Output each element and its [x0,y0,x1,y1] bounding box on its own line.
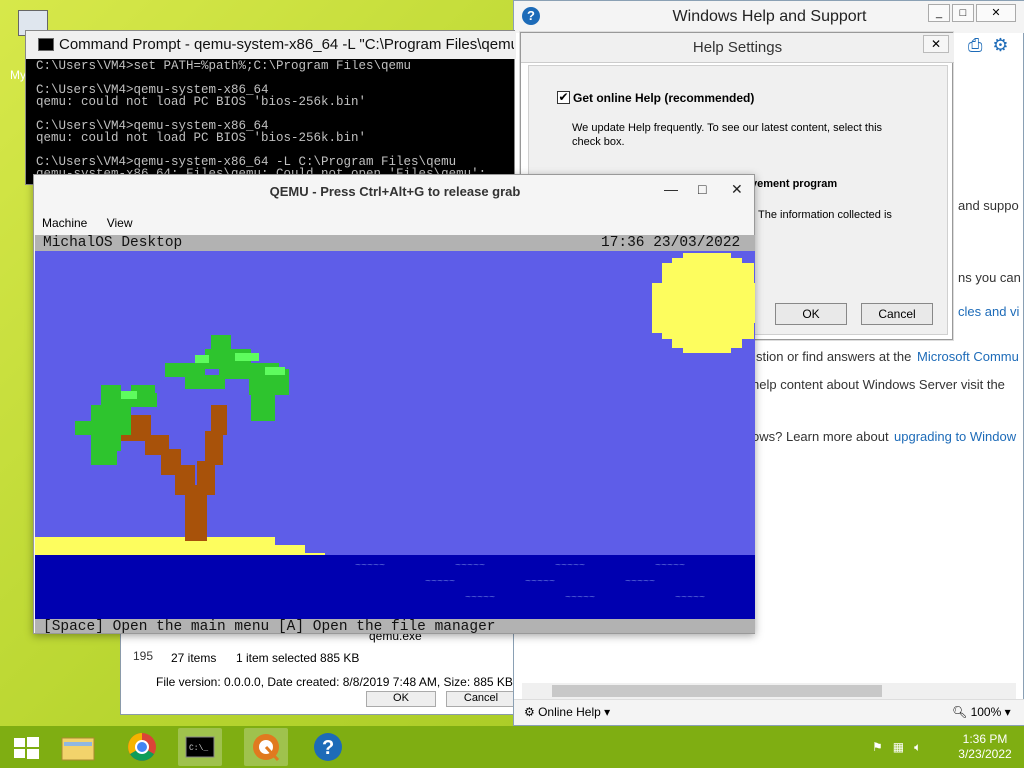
help-toolbar: ⎙ ⚙ [958,35,1009,56]
help-taskbar-button[interactable]: ? [306,728,350,766]
help-text-2: ns you can [958,270,1021,285]
maximize-button[interactable]: □ [698,181,706,197]
wave: ~~~~~ [655,561,686,572]
guest-display[interactable]: MichalOS Desktop 17:36 23/03/2022 ~~~~~ … [35,235,755,633]
wave: ~~~~~ [565,593,596,604]
cmd-icon [38,38,54,51]
svg-text:C:\_: C:\_ [189,744,208,753]
cmd-taskbar-button[interactable]: C:\_ [178,728,222,766]
qemu-window: QEMU - Press Ctrl+Alt+G to release grab … [33,174,755,634]
online-help-checkbox-label[interactable]: Get online Help (recommended) [573,91,754,105]
gear-icon[interactable]: ⚙ [992,35,1008,55]
command-prompt-window: Command Prompt - qemu-system-x86_64 -L "… [25,30,516,185]
close-button[interactable]: ✕ [731,181,743,198]
help-text-4: stion or find answers at the [756,349,912,364]
clock-time: 1:36 PM [962,732,1008,746]
sun [652,253,755,353]
close-button[interactable]: ✕ [976,4,1016,22]
help-small-icon: ⚙ [524,705,539,719]
wave: ~~~~~ [465,593,496,604]
minimize-button[interactable]: _ [928,4,950,22]
selection-info: 1 item selected 885 KB [236,651,360,665]
ok-button[interactable]: OK [775,303,847,325]
wave: ~~~~~ [555,561,586,572]
menu-view[interactable]: View [107,216,133,230]
item-count: 27 items [171,651,217,665]
file-info: File version: 0.0.0.0, Date created: 8/8… [156,675,513,689]
chrome-taskbar-button[interactable] [120,728,164,766]
taskbar: C:\_ ? ⚑ ▦ 🔈︎ 1:36 PM 3/23/2022 [0,726,1024,768]
clock-date: 3/23/2022 [958,747,1012,761]
help-link-upgrade[interactable]: upgrading to Window [894,429,1022,444]
qemu-taskbar-button[interactable] [244,728,288,766]
windows-logo-icon [14,737,39,759]
zoom-icon: 🔍︎ [952,705,971,719]
improvement-heading: vement program [751,178,838,190]
wave: ~~~~~ [625,577,656,588]
qemu-title: QEMU - Press Ctrl+Alt+G to release grab [269,184,521,199]
guest-bottombar: [Space] Open the main menu [A] Open the … [35,619,755,633]
help-statusbar: ⚙ Online Help ▾ 🔍︎ 100% ▾ [514,699,1024,725]
chrome-icon [128,733,156,761]
online-help-checkbox[interactable]: ✔ [557,91,570,104]
partial-number: 195 [133,649,154,663]
start-button[interactable] [4,728,48,766]
help-link-community[interactable]: Microsoft Commu [917,349,1023,364]
dialog-title: Help Settings [692,39,783,56]
wave: ~~~~~ [425,577,456,588]
online-help-description: We update Help frequently. To see our la… [572,122,883,148]
svg-text:?: ? [322,737,334,759]
scrollbar-thumb[interactable] [552,685,882,697]
zoom-control[interactable]: 🔍︎ 100% ▾ [952,705,1011,719]
cancel-button[interactable]: Cancel [861,303,933,325]
qemu-icon [253,734,280,762]
action-center-icon[interactable]: ⚑ [872,740,883,754]
dialog-close-button[interactable]: ✕ [923,35,949,53]
maximize-button[interactable]: □ [952,4,974,22]
minimize-button[interactable]: — [664,181,678,197]
help-text-server: help content about Windows Server visit … [752,377,1005,392]
online-help-dropdown[interactable]: ⚙ Online Help ▾ [524,705,610,719]
cancel-button[interactable]: Cancel [446,691,516,707]
cmd-title: Command Prompt - qemu-system-x86_64 -L "… [59,36,514,53]
help-icon: ? [314,733,342,761]
horizontal-scrollbar[interactable] [522,683,1016,699]
volume-icon[interactable]: 🔈︎ [914,740,921,754]
wave: ~~~~~ [355,561,386,572]
menu-machine[interactable]: Machine [42,216,87,230]
wave: ~~~~~ [455,561,486,572]
sea: ~~~~~ ~~~~~ ~~~~~ ~~~~~ ~~~~~ ~~~~~ ~~~~… [35,555,755,619]
print-icon[interactable]: ⎙ [968,35,982,55]
help-text-upgrade: ows? Learn more about [752,429,889,444]
cmd-output[interactable]: C:\Users\VM4>set PATH=%path%;C:\Program … [36,60,514,185]
ok-button[interactable]: OK [366,691,436,707]
improvement-text: The information collected is [758,209,892,221]
system-tray: ⚑ ▦ 🔈︎ [872,740,921,755]
folder-icon [61,737,95,761]
trunk [121,405,227,541]
qemu-menubar: Machine View [42,216,149,230]
file-explorer-taskbar-button[interactable] [56,728,100,766]
file-explorer-window: qemu.exe 195 27 items 1 item selected 88… [120,620,516,715]
network-icon[interactable]: ▦ [893,740,904,754]
wave: ~~~~~ [675,593,706,604]
help-text-1: and suppo [958,198,1019,213]
explorer-dialog-buttons: OK Cancel [366,691,516,707]
taskbar-clock[interactable]: 1:36 PM 3/23/2022 [950,732,1020,762]
help-link-3[interactable]: cles and vi [958,304,1019,319]
guest-footer: [Space] Open the main menu [A] Open the … [43,619,496,633]
wave: ~~~~~ [525,577,556,588]
console-icon: C:\_ [185,736,215,758]
